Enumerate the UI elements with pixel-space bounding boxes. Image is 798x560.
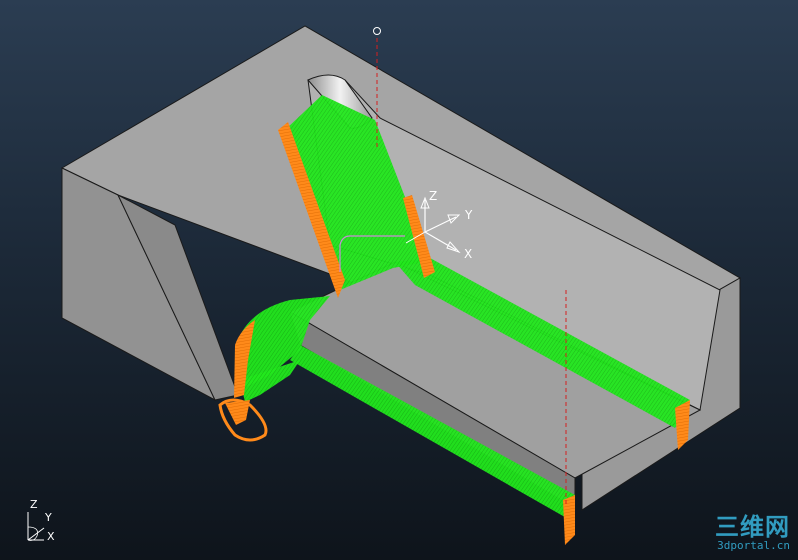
csys-x-label: X <box>464 247 472 261</box>
origin-marker[interactable] <box>373 27 381 35</box>
lead-bottom-end[interactable] <box>563 495 575 545</box>
cam-scene[interactable]: Z Y X Z Y X <box>0 0 798 560</box>
watermark-main-text: 三维网 <box>715 513 790 541</box>
watermark-sub-text: 3dportal.cn <box>717 539 790 552</box>
lead-hook-fill <box>225 400 250 425</box>
triad-y-label: Y <box>44 511 52 524</box>
watermark-logo: 三维网 3dportal.cn <box>715 514 790 552</box>
csys-z-label: Z <box>429 189 437 203</box>
triad-x-label: X <box>47 530 55 543</box>
csys-y-label: Y <box>464 208 473 222</box>
3d-viewport[interactable]: Z Y X Z Y X 三维网 3dportal.cn <box>0 0 798 560</box>
view-triad[interactable]: Z Y X <box>27 498 55 543</box>
triad-z-label: Z <box>30 498 38 511</box>
